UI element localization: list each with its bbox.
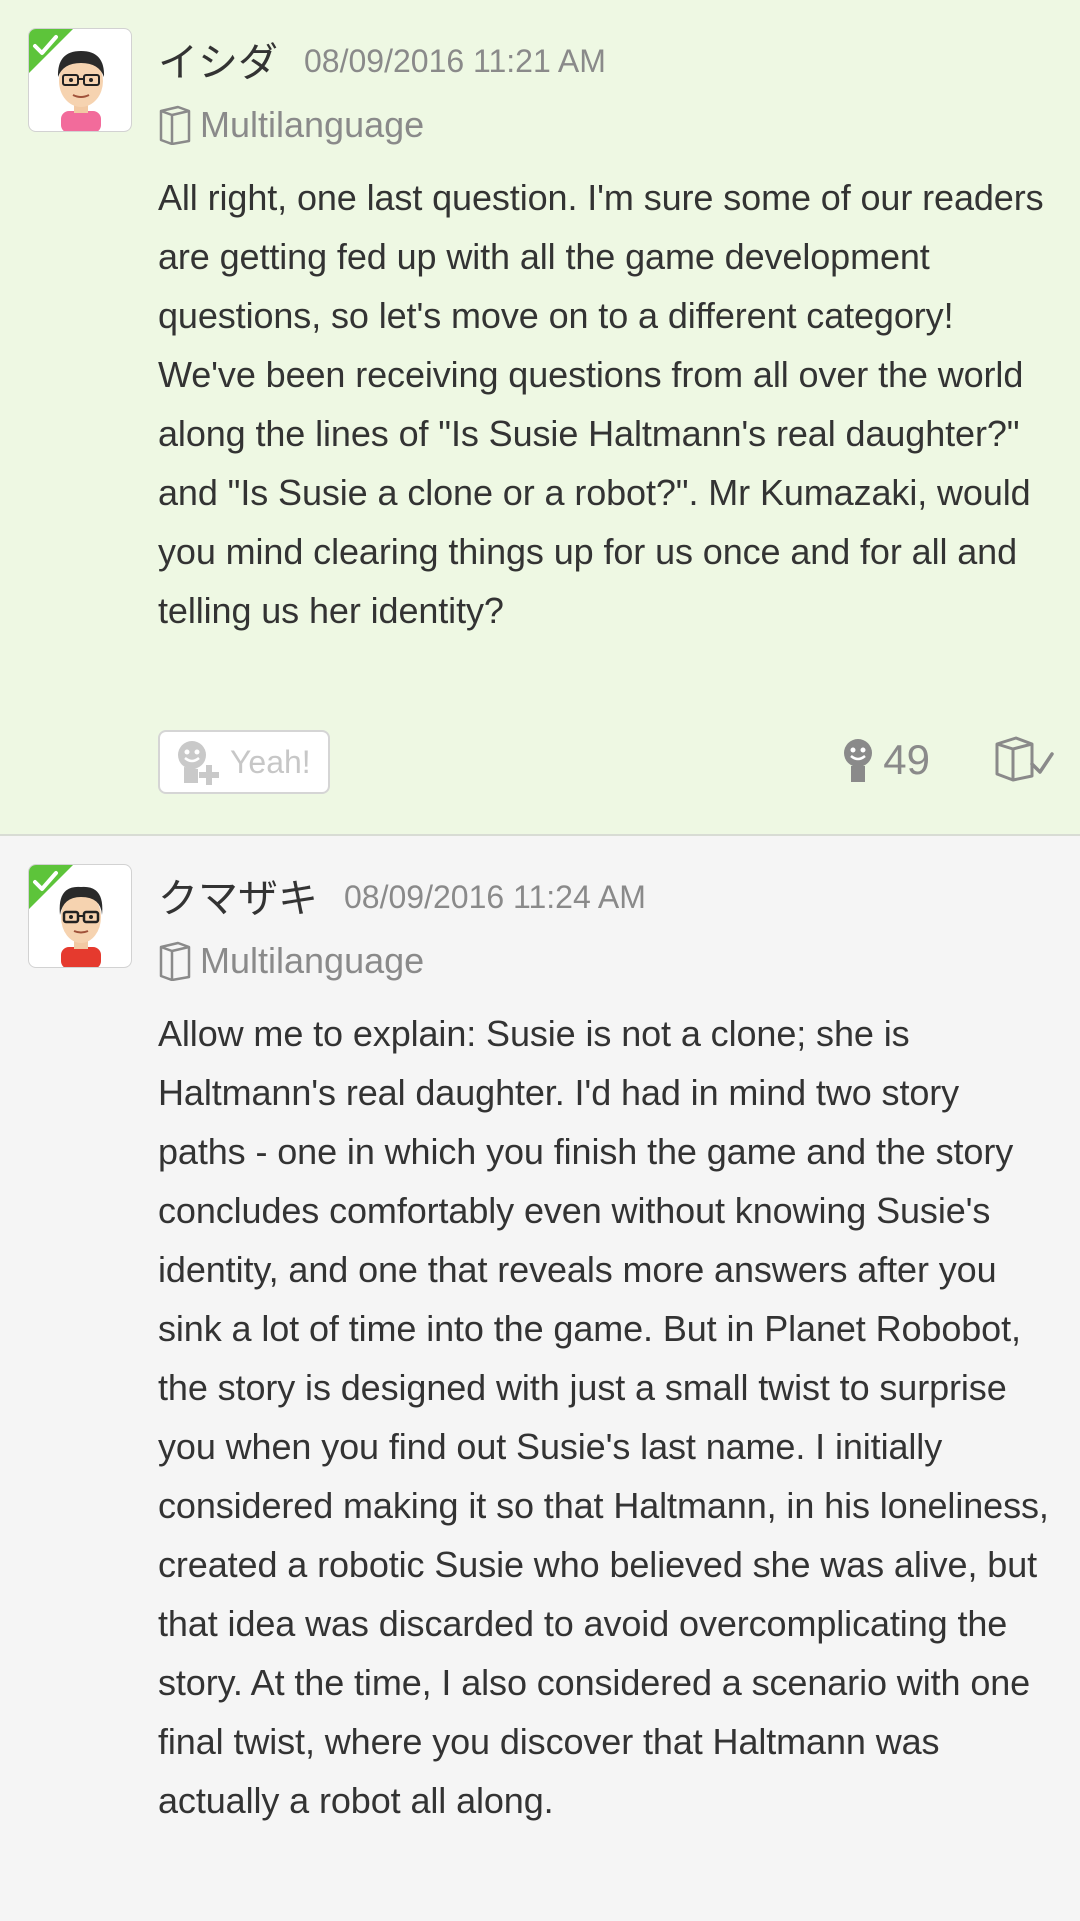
yeah-label: Yeah!	[230, 743, 311, 780]
post-2: クマザキ 08/09/2016 11:24 AM Multilanguage A…	[0, 836, 1080, 1921]
book-check-icon[interactable]	[994, 734, 1054, 782]
post-actions: Yeah! 49	[158, 730, 1054, 796]
avatar[interactable]	[28, 28, 132, 132]
post-body: Allow me to explain: Susie is not a clon…	[158, 1013, 1059, 1821]
yeah-count-indicator[interactable]: 49	[841, 736, 930, 784]
avatar[interactable]	[28, 864, 132, 968]
checkmark-corner-icon	[29, 865, 73, 909]
language-tag: Multilanguage	[158, 92, 1054, 158]
post-header: クマザキ 08/09/2016 11:24 AM	[158, 864, 1054, 924]
book-icon	[159, 105, 191, 145]
post-body: All right, one last question. I'm sure s…	[158, 177, 1044, 631]
post-header: イシダ 08/09/2016 11:21 AM	[158, 28, 1054, 88]
author-name[interactable]: クマザキ	[158, 874, 318, 924]
book-icon	[159, 941, 191, 981]
checkmark-corner-icon	[29, 29, 73, 73]
language-label: Multilanguage	[200, 104, 425, 145]
post-1: イシダ 08/09/2016 11:21 AM Multilanguage Al…	[0, 0, 1080, 836]
language-label: Multilanguage	[200, 940, 425, 981]
language-tag: Multilanguage	[158, 928, 1054, 994]
yeah-count: 49	[883, 736, 930, 783]
post-timestamp: 08/09/2016 11:24 AM	[344, 879, 646, 915]
smiley-icon	[844, 739, 873, 782]
yeah-button[interactable]: Yeah!	[158, 730, 330, 794]
author-name[interactable]: イシダ	[158, 38, 278, 88]
post-timestamp: 08/09/2016 11:21 AM	[304, 43, 606, 79]
smiley-plus-icon	[178, 741, 219, 785]
